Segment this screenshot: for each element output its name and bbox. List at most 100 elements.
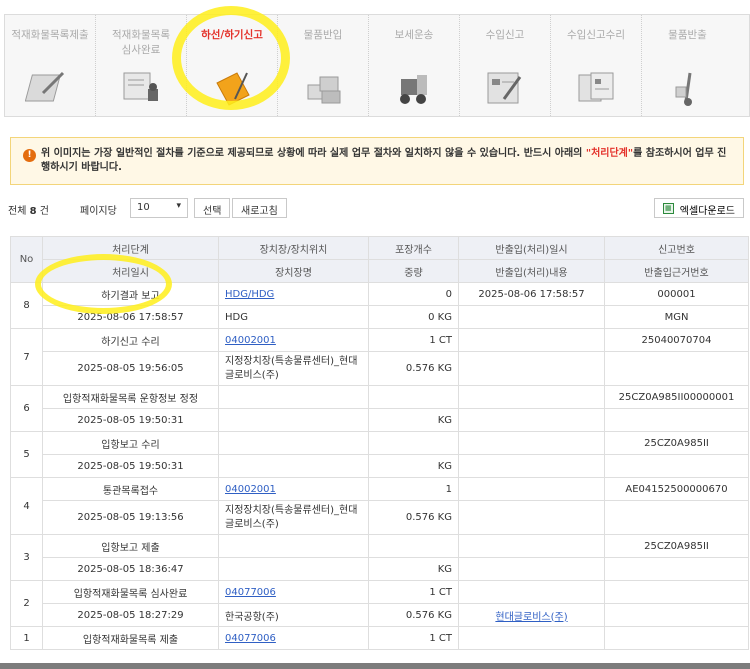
location-link[interactable]: 04002001 (225, 484, 276, 495)
cell-no: 3 (10, 534, 43, 581)
step-8[interactable]: 물품반출 (642, 15, 733, 116)
step-3[interactable]: 하선/하기신고 (187, 15, 278, 116)
excel-download-label: 엑셀다운로드 (679, 206, 735, 217)
header-io-time: 반출입(처리)일시 (458, 236, 605, 260)
per-page-label: 페이지당 (80, 206, 117, 217)
weight-value: 0.576 KG (405, 511, 452, 523)
step-5[interactable]: 보세운송 (369, 15, 460, 116)
per-page-select[interactable]: 10 ▾ (130, 198, 188, 218)
weight-value: KG (437, 563, 452, 575)
no-value: 6 (23, 403, 30, 414)
cell-step: 입항적재화물목록 제출 (42, 626, 219, 650)
cell-time: 2025-08-05 18:27:29 (42, 603, 219, 627)
step-7[interactable]: 수입신고수리 (551, 15, 642, 116)
header-place: 장치장명 (218, 259, 369, 283)
table-row: 7 하기신고 수리 04002001 1 CT 25040070704 (10, 328, 749, 386)
cell-io-time (458, 328, 605, 352)
hand-truck-icon (662, 65, 714, 107)
cell-count: 1 CT (368, 626, 459, 650)
history-table: No 처리단계 장치장/장치위치 포장개수 반출입(처리)일시 신고번호 처리일… (10, 236, 749, 650)
select-button[interactable]: 선택 (194, 198, 231, 218)
cell-io-content (458, 351, 605, 386)
clipboard-pencil-icon (24, 65, 77, 107)
time-value: 2025-08-05 19:50:31 (77, 460, 184, 472)
cell-step: 하기신고 수리 (42, 328, 219, 352)
location-link[interactable]: 04077006 (225, 587, 276, 598)
count-value: 0 (445, 288, 452, 300)
header-step: 처리단계 (42, 236, 219, 260)
excel-download-button[interactable]: ▦ 엑셀다운로드 (653, 198, 744, 218)
cell-count: 0 (368, 282, 459, 306)
report-no-value: 25040070704 (641, 334, 712, 346)
count-value: 1 CT (429, 334, 452, 346)
step-value: 통관목록접수 (102, 485, 159, 497)
bottom-scrollbar[interactable] (0, 663, 750, 669)
cell-time: 2025-08-05 19:13:56 (42, 500, 219, 535)
cell-basis-no (604, 603, 749, 627)
step-1[interactable]: 적재화물목록제출 (5, 15, 96, 116)
list-toolbar: 전체 8 건 페이지당 10 ▾ 선택 새로고침 ▦ 엑셀다운로드 (8, 198, 744, 220)
cell-report-no (604, 580, 749, 604)
table-row-detail: 2025-08-05 19:56:05 지정장치장(특송물류센터)_현대 글로비스(… (11, 351, 749, 386)
cell-no: 6 (10, 385, 43, 432)
no-value: 4 (23, 500, 30, 512)
cell-location: 04002001 (218, 477, 369, 501)
cell-step: 통관목록접수 (42, 477, 219, 501)
boxes-stack-icon (298, 65, 350, 107)
time-value: 2025-08-06 17:58:57 (77, 311, 184, 323)
total-suffix: 건 (39, 206, 49, 217)
location-link[interactable]: 04002001 (225, 335, 276, 346)
location-link[interactable]: HDG/HDG (225, 289, 274, 300)
cell-report-no: 25040070704 (604, 328, 749, 352)
cell-weight: 0.576 KG (368, 500, 459, 535)
warning-icon: ! (23, 149, 36, 162)
table-row: 6 입항적재화물목록 운항정보 정정 25CZ0A985II00000001 (10, 385, 749, 432)
location-link[interactable]: 04077006 (225, 633, 276, 644)
cell-weight: KG (368, 557, 459, 581)
cell-report-no: 25CZ0A985II (604, 431, 749, 455)
cell-basis-no (604, 557, 749, 581)
notice-emphasis: "처리단계" (585, 148, 634, 159)
cell-time: 2025-08-05 19:56:05 (42, 351, 219, 386)
cell-io-content: 현대글로비스(주) (458, 603, 605, 627)
count-value: 1 CT (429, 632, 452, 644)
step-label: 적재화물목록 심사완료 (112, 29, 170, 56)
report-no-value: 25CZ0A985II00000001 (618, 391, 735, 403)
report-no-value: 25CZ0A985II (644, 540, 709, 552)
count-value: 1 CT (429, 586, 452, 598)
refresh-button[interactable]: 새로고침 (232, 198, 287, 218)
step-value: 입항적재화물목록 운항정보 정정 (62, 393, 199, 405)
cell-time: 2025-08-05 19:50:31 (42, 408, 219, 432)
step-label: 보세운송 (394, 29, 434, 41)
approved-form-icon (571, 65, 623, 107)
cell-no: 8 (10, 282, 43, 329)
cell-no: 4 (10, 477, 43, 535)
step-label: 수입신고수리 (567, 29, 625, 41)
io-content-link[interactable]: 현대글로비스(주) (495, 612, 567, 623)
table-row: 2 입항적재화물목록 심사완료 04077006 1 CT (10, 580, 749, 627)
total-count: 전체 8 건 (8, 202, 49, 217)
cell-no: 5 (10, 431, 43, 478)
cell-count: 1 CT (368, 328, 459, 352)
step-value: 입항적재화물목록 심사완료 (73, 588, 188, 600)
form-pen-icon (480, 65, 532, 107)
step-6[interactable]: 수입신고 (460, 15, 551, 116)
process-steps: 적재화물목록제출 적재화물목록 심사완료 하선/하기신고 물품반입 보세운송 수입신고 수입신… (4, 14, 750, 117)
cell-step: 입항적재화물목록 운항정보 정정 (42, 385, 219, 409)
header-time: 처리일시 (42, 259, 219, 283)
weight-value: KG (437, 414, 452, 426)
cell-report-no: AE04152500000670 (604, 477, 749, 501)
time-value: 2025-08-05 19:13:56 (77, 511, 184, 523)
cell-no: 1 (10, 626, 43, 650)
step-4[interactable]: 물품반입 (278, 15, 369, 116)
place-value: 지정장치장(특송물류센터)_현대 글로비스(주) (225, 504, 358, 530)
cell-count (368, 385, 459, 409)
cell-place (218, 557, 369, 581)
cell-report-no (604, 626, 749, 650)
step-2[interactable]: 적재화물목록 심사완료 (96, 15, 187, 116)
basis-no-value: MGN (664, 311, 689, 323)
table-row: 8 하기결과 보고 HDG/HDG 0 2025-08-06 17:58:57 00000… (10, 282, 749, 329)
cell-weight: KG (368, 454, 459, 478)
cell-weight: 0.576 KG (368, 351, 459, 386)
time-value: 2025-08-05 18:27:29 (77, 609, 184, 621)
